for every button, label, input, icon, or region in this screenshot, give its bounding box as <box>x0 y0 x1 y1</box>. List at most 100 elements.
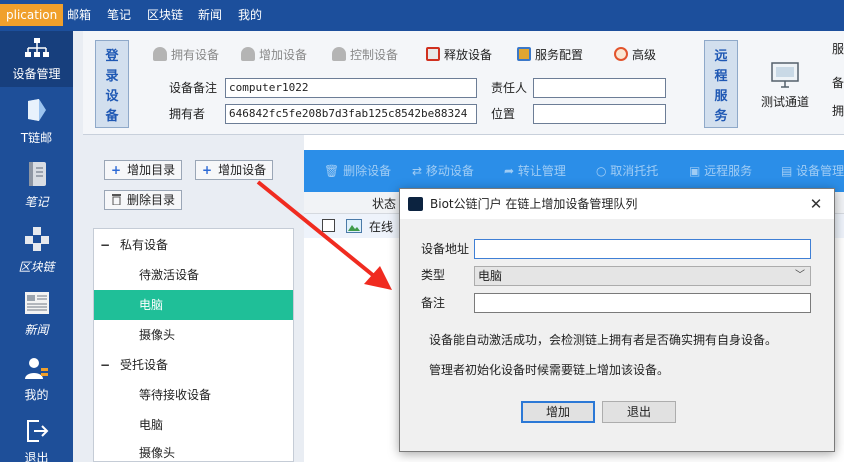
test-channel-button[interactable]: 测试通道 <box>755 61 815 110</box>
nav-news[interactable]: 新闻 <box>0 291 73 338</box>
collapse-icon[interactable]: − <box>100 350 110 380</box>
device-address-label: 设备地址 <box>421 242 470 256</box>
cancel-trust-button[interactable]: ○ 取消托托 <box>596 150 658 192</box>
dialog-hint-1: 设备能自动激活成功，会检测链上拥有者是否确实拥有自身设备。 <box>429 333 778 347</box>
app-name-label: plication <box>0 4 64 26</box>
device-network-icon <box>24 38 49 57</box>
notebook-icon <box>28 162 46 186</box>
device-login-panel: 登录设备 拥有设备 增加设备 控制设备 释放设备 服务配置 高级 设备备注 co… <box>83 31 844 135</box>
tree-label: 电脑 <box>139 298 164 312</box>
toolbar-label: 远程服务 <box>704 164 753 178</box>
button-label: 增加设备 <box>218 163 267 177</box>
service-config-button[interactable]: 服务配置 <box>517 45 583 65</box>
close-icon[interactable]: ✕ <box>806 189 826 219</box>
menu-notes[interactable]: 笔记 <box>107 0 131 31</box>
nav-device-management[interactable]: 设备管理 <box>0 31 73 87</box>
user-icon <box>24 358 48 379</box>
tree-item-waiting-receive[interactable]: 等待接收设备 <box>94 380 293 410</box>
device-note-field[interactable]: computer1022 <box>225 78 477 98</box>
toolbar-label: 移动设备 <box>425 164 474 178</box>
tree-label: 摄像头 <box>139 446 176 460</box>
advanced-smile-icon <box>614 47 628 61</box>
device-note-label: 设备备注 <box>169 81 218 95</box>
tree-group-trusted[interactable]: − 受托设备 <box>94 350 293 380</box>
menu-mailbox[interactable]: 邮箱 <box>67 0 91 31</box>
nav-label: 区块链 <box>18 260 55 274</box>
move-device-button[interactable]: ⇄ 移动设备 <box>412 150 474 192</box>
selected-type: 电脑 <box>478 269 503 283</box>
row-checkbox[interactable] <box>322 219 335 232</box>
responsible-field[interactable] <box>533 78 666 98</box>
menu-mine[interactable]: 我的 <box>238 0 262 31</box>
release-icon <box>426 47 440 61</box>
add-device-dialog: Biot公链门户 在链上增加设备管理队列 ✕ 设备地址 类型 电脑 ﹀ 备注 设… <box>399 188 835 452</box>
cut-label-3: 拥 <box>832 104 844 118</box>
toolbar-label: 转让管理 <box>517 164 566 178</box>
add-device-button[interactable]: + 增加设备 <box>195 160 274 180</box>
transfer-management-button[interactable]: ➦ 转让管理 <box>504 150 566 192</box>
directory-panel: + 增加目录 + 增加设备 删除目录 − 私有设备 待激活设备 电脑 摄像头 − 受… <box>83 135 303 462</box>
type-label: 类型 <box>421 268 446 282</box>
tree-item-computer-trusted[interactable]: 电脑 <box>94 410 293 440</box>
nav-tmail[interactable]: T链邮 <box>0 97 73 146</box>
device-list-toolbar: 🗑 删除设备 ⇄ 移动设备 ➦ 转让管理 ○ 取消托托 ▣ 远程服务 ▤ 设备管… <box>304 150 844 192</box>
remote-service-section-title: 远程服务 <box>704 40 738 128</box>
app-logo-icon <box>408 197 423 211</box>
menu-blockchain[interactable]: 区块链 <box>147 0 183 31</box>
user-add-gray-icon <box>241 47 255 61</box>
location-label: 位置 <box>491 107 516 121</box>
tree-label: 电脑 <box>139 418 164 432</box>
button-label: 删除目录 <box>127 193 176 207</box>
tree-item-pending-activation[interactable]: 待激活设备 <box>94 260 293 290</box>
owner-field[interactable]: 646842fc5fe208b7d3fab125c8542be88324 <box>225 104 477 124</box>
device-address-input[interactable] <box>474 239 811 259</box>
delete-device-button[interactable]: 🗑 删除设备 <box>324 150 391 192</box>
tree-item-camera-trusted[interactable]: 摄像头 <box>94 438 293 462</box>
location-field[interactable] <box>533 104 666 124</box>
advanced-button[interactable]: 高级 <box>614 45 656 65</box>
plus-icon: + <box>202 163 213 177</box>
toolbar-label: 取消托托 <box>610 164 659 178</box>
tree-label: 摄像头 <box>139 328 176 342</box>
left-navigation: 设备管理 T链邮 笔记 区块链 新闻 我的 退出 <box>0 31 73 462</box>
collapse-icon[interactable]: − <box>100 230 110 260</box>
service-config-icon <box>517 47 531 61</box>
owned-devices-button[interactable]: 拥有设备 <box>153 45 219 65</box>
device-type-select[interactable]: 电脑 ﹀ <box>474 266 811 286</box>
menu-news[interactable]: 新闻 <box>198 0 222 31</box>
exit-button[interactable]: 退出 <box>602 401 676 423</box>
tree-item-camera-private[interactable]: 摄像头 <box>94 320 293 350</box>
button-label: 增加目录 <box>127 163 176 177</box>
add-device-tool-button[interactable]: 增加设备 <box>241 45 307 65</box>
nav-label: 退出 <box>24 451 49 462</box>
nav-label: 我的 <box>24 388 49 402</box>
control-device-button[interactable]: 控制设备 <box>332 45 398 65</box>
remote-service-button[interactable]: ▣ 远程服务 <box>689 150 752 192</box>
chevron-down-icon: ﹀ <box>795 270 805 281</box>
release-device-button[interactable]: 释放设备 <box>426 45 492 65</box>
note-input[interactable] <box>474 293 811 313</box>
device-management-button[interactable]: ▤ 设备管理 <box>781 150 844 192</box>
tree-label: 受托设备 <box>120 358 169 372</box>
add-directory-button[interactable]: + 增加目录 <box>104 160 183 180</box>
status-column-header: 状态 <box>372 197 397 211</box>
tree-label: 私有设备 <box>120 238 169 252</box>
tool-label: 拥有设备 <box>171 48 220 62</box>
nav-notes[interactable]: 笔记 <box>0 161 73 210</box>
status-cell: 在线 <box>369 220 394 234</box>
tree-item-computer-private[interactable]: 电脑 <box>94 290 293 320</box>
delete-directory-button[interactable]: 删除目录 <box>104 190 183 210</box>
tree-group-private[interactable]: − 私有设备 <box>94 230 293 260</box>
tool-label: 高级 <box>632 48 657 62</box>
user-control-gray-icon <box>332 47 346 61</box>
add-button[interactable]: 增加 <box>521 401 595 423</box>
nav-mine[interactable]: 我的 <box>0 356 73 403</box>
dialog-title: Biot公链门户 在链上增加设备管理队列 <box>430 197 638 211</box>
nav-logout[interactable]: 退出 <box>0 419 73 462</box>
mail-icon <box>27 99 46 121</box>
top-menu-bar: plication 邮箱 笔记 区块链 新闻 我的 <box>0 0 844 31</box>
nav-blockchain[interactable]: 区块链 <box>0 226 73 275</box>
monitor-icon <box>771 62 799 88</box>
section-title-text: 登录设备 <box>105 49 119 124</box>
plus-icon: + <box>111 163 122 177</box>
